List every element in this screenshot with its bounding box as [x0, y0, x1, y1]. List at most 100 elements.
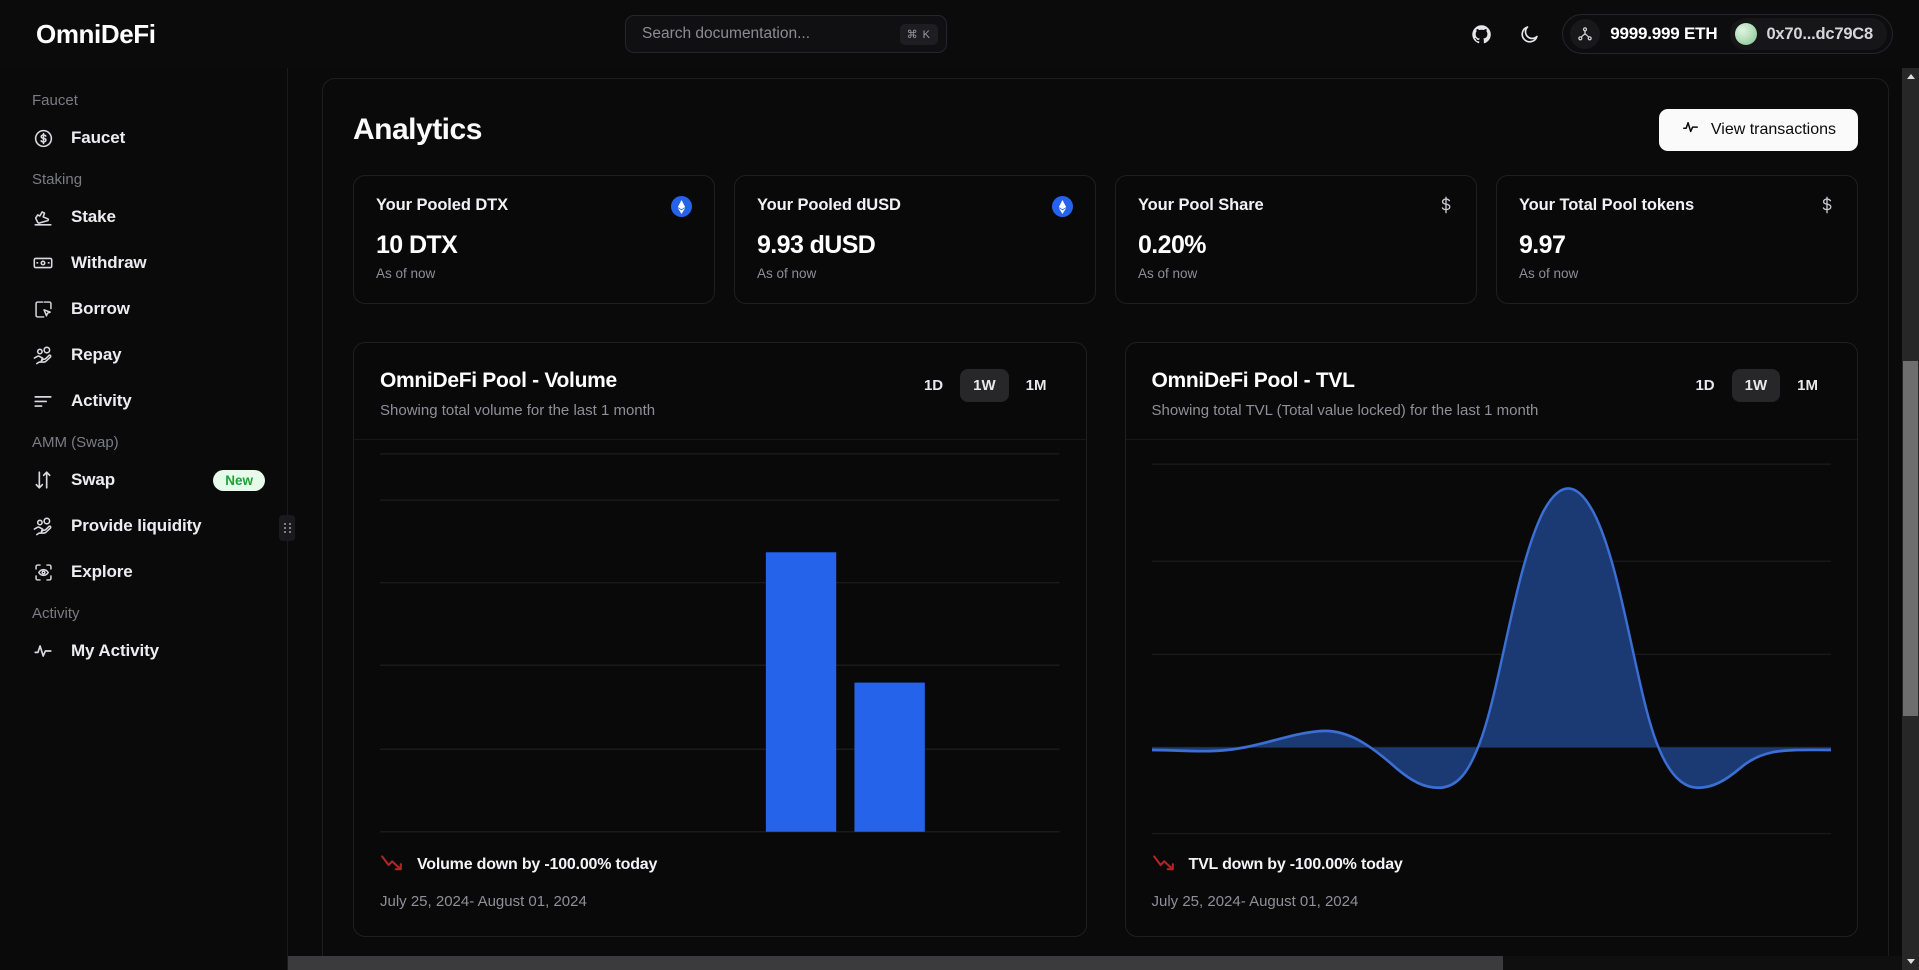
- stat-card-pooled-dusd: Your Pooled dUSD 9.93 dUSD As of now: [734, 175, 1096, 304]
- banknote-icon: [32, 252, 54, 274]
- analytics-panel: Analytics View transactions Your Pooled …: [322, 78, 1889, 970]
- bar-jul-31: [765, 552, 837, 832]
- area-chart-svg: [1151, 463, 1831, 835]
- main-content: Analytics View transactions Your Pooled …: [288, 68, 1919, 970]
- stat-card-header: Your Pooled DTX: [376, 196, 692, 217]
- area-fill: [1151, 488, 1831, 788]
- horizontal-scrollbar[interactable]: [288, 956, 1919, 970]
- stat-card-total-pool-tokens: Your Total Pool tokens 9.97 As of now: [1496, 175, 1858, 304]
- trend-row: TVL down by -100.00% today: [1152, 853, 1832, 877]
- trending-down-icon: [380, 853, 404, 877]
- status-badge: New: [213, 469, 265, 491]
- chart-header-text: OmniDeFi Pool - Volume Showing total vol…: [380, 369, 655, 419]
- area-chart-plot[interactable]: [1126, 440, 1858, 839]
- eth-token-icon: [1052, 196, 1073, 217]
- trending-down-icon: [1152, 853, 1176, 877]
- chart-footer: TVL down by -100.00% today July 25, 2024…: [1126, 839, 1858, 936]
- chart-title: OmniDeFi Pool - Volume: [380, 369, 617, 392]
- range-button-1d[interactable]: 1D: [1682, 369, 1727, 402]
- chart-description: Showing total TVL (Total value locked) f…: [1151, 402, 1539, 419]
- sidebar-item-label: Stake: [71, 207, 116, 226]
- stat-title: Your Pooled dUSD: [757, 196, 901, 214]
- sidebar-item-faucet[interactable]: Faucet: [0, 115, 287, 161]
- range-toggle-group: 1D 1W 1M: [1682, 369, 1831, 402]
- date-range: July 25, 2024- August 01, 2024: [380, 893, 587, 910]
- eth-token-icon: [671, 196, 692, 217]
- hand-coins-icon: [32, 515, 54, 537]
- search-shortcut-badge: ⌘ K: [899, 23, 938, 45]
- page-title: Analytics: [353, 113, 482, 146]
- range-button-1m[interactable]: 1M: [1013, 369, 1060, 402]
- chart-card-tvl: OmniDeFi Pool - TVL Showing total TVL (T…: [1124, 342, 1858, 937]
- sidebar-item-explore[interactable]: Explore: [0, 549, 287, 595]
- range-button-1d[interactable]: 1D: [911, 369, 956, 402]
- sidebar-item-swap[interactable]: Swap New: [0, 457, 287, 503]
- hand-coins-icon: [32, 344, 54, 366]
- chart-description: Showing total volume for the last 1 mont…: [380, 402, 656, 419]
- chart-grid: OmniDeFi Pool - Volume Showing total vol…: [353, 342, 1858, 937]
- range-toggle-group: 1D 1W 1M: [911, 369, 1060, 402]
- sidebar-item-stake[interactable]: Stake: [0, 194, 287, 240]
- bars: [765, 552, 925, 832]
- stat-subtitle: As of now: [1519, 266, 1579, 281]
- trend-row: Volume down by -100.00% today: [380, 853, 1060, 877]
- activity-pulse-icon: [32, 640, 54, 662]
- horizontal-scrollbar-thumb[interactable]: [288, 956, 1503, 970]
- stat-title: Your Pool Share: [1138, 196, 1264, 214]
- dollar-sign-icon: [1819, 196, 1835, 217]
- stat-card-header: Your Pool Share: [1138, 196, 1454, 217]
- stat-value: 9.93 dUSD: [757, 231, 876, 259]
- sidebar-item-my-activity[interactable]: My Activity: [0, 628, 287, 674]
- scroll-down-arrow-icon[interactable]: [1902, 953, 1919, 970]
- stat-subtitle: As of now: [757, 266, 817, 281]
- stat-card-header: Your Total Pool tokens: [1519, 196, 1835, 217]
- scan-eye-icon: [32, 561, 54, 583]
- dollar-sign-icon: [1438, 196, 1454, 217]
- range-button-1m[interactable]: 1M: [1784, 369, 1831, 402]
- stat-card-grid: Your Pooled DTX 10 DTX As of now Your Po…: [353, 175, 1858, 304]
- sidebar-item-provide-liquidity[interactable]: Provide liquidity: [0, 503, 287, 549]
- sidebar-item-borrow[interactable]: Borrow: [0, 286, 287, 332]
- trend-text: Volume down by -100.00% today: [417, 856, 658, 873]
- sidebar-item-label: Explore: [71, 562, 133, 581]
- sidebar-item-label: Borrow: [71, 299, 130, 318]
- github-icon[interactable]: [1466, 19, 1496, 49]
- sidebar-item-activity[interactable]: Activity: [0, 378, 287, 424]
- wallet-pill[interactable]: 9999.999 ETH 0x70...dc79C8: [1562, 14, 1893, 54]
- sidebar-section-staking-label: Staking: [32, 171, 83, 188]
- sidebar: Faucet Faucet Staking Stake Withdraw Bor…: [0, 68, 295, 970]
- wallet-address-pill[interactable]: 0x70...dc79C8: [1730, 18, 1887, 50]
- bar-chart-plot[interactable]: [354, 440, 1086, 839]
- chart-header-text: OmniDeFi Pool - TVL Showing total TVL (T…: [1152, 369, 1539, 419]
- wallet-balance: 9999.999 ETH: [1610, 24, 1718, 43]
- stat-card-header: Your Pooled dUSD: [757, 196, 1073, 217]
- vertical-scrollbar-thumb[interactable]: [1903, 361, 1918, 716]
- top-bar: OmniDeFi Search documentation... ⌘ K 999…: [0, 0, 1919, 68]
- gridlines: [1151, 463, 1831, 835]
- vertical-scrollbar[interactable]: [1902, 68, 1919, 970]
- view-transactions-button[interactable]: View transactions: [1658, 109, 1858, 151]
- sidebar-item-label: Repay: [71, 345, 122, 364]
- stat-title: Your Pooled DTX: [376, 196, 509, 214]
- range-button-1w[interactable]: 1W: [1731, 369, 1781, 402]
- sidebar-item-repay[interactable]: Repay: [0, 332, 287, 378]
- gridlines: [380, 453, 1060, 833]
- chart-footer: Volume down by -100.00% today July 25, 2…: [354, 839, 1086, 936]
- chart-header: OmniDeFi Pool - TVL Showing total TVL (T…: [1125, 343, 1857, 440]
- range-button-1w[interactable]: 1W: [960, 369, 1009, 402]
- plane-icon: [32, 206, 54, 228]
- sidebar-item-withdraw[interactable]: Withdraw: [0, 240, 287, 286]
- scroll-up-arrow-icon[interactable]: [1902, 68, 1919, 85]
- search-container: Search documentation... ⌘ K: [625, 15, 947, 53]
- sidebar-section-amm-label: AMM (Swap): [32, 434, 119, 451]
- bar-chart-svg: [380, 453, 1060, 833]
- bar-aug-01: [854, 682, 925, 832]
- sidebar-item-label: Swap: [71, 470, 116, 489]
- network-icon: [1570, 19, 1601, 49]
- sidebar-item-label: My Activity: [71, 641, 160, 660]
- sidebar-item-label: Faucet: [71, 128, 126, 147]
- app-logo[interactable]: OmniDeFi: [36, 19, 156, 50]
- search-input[interactable]: Search documentation... ⌘ K: [625, 15, 947, 53]
- moon-icon[interactable]: [1514, 19, 1544, 49]
- search-placeholder: Search documentation...: [642, 25, 811, 42]
